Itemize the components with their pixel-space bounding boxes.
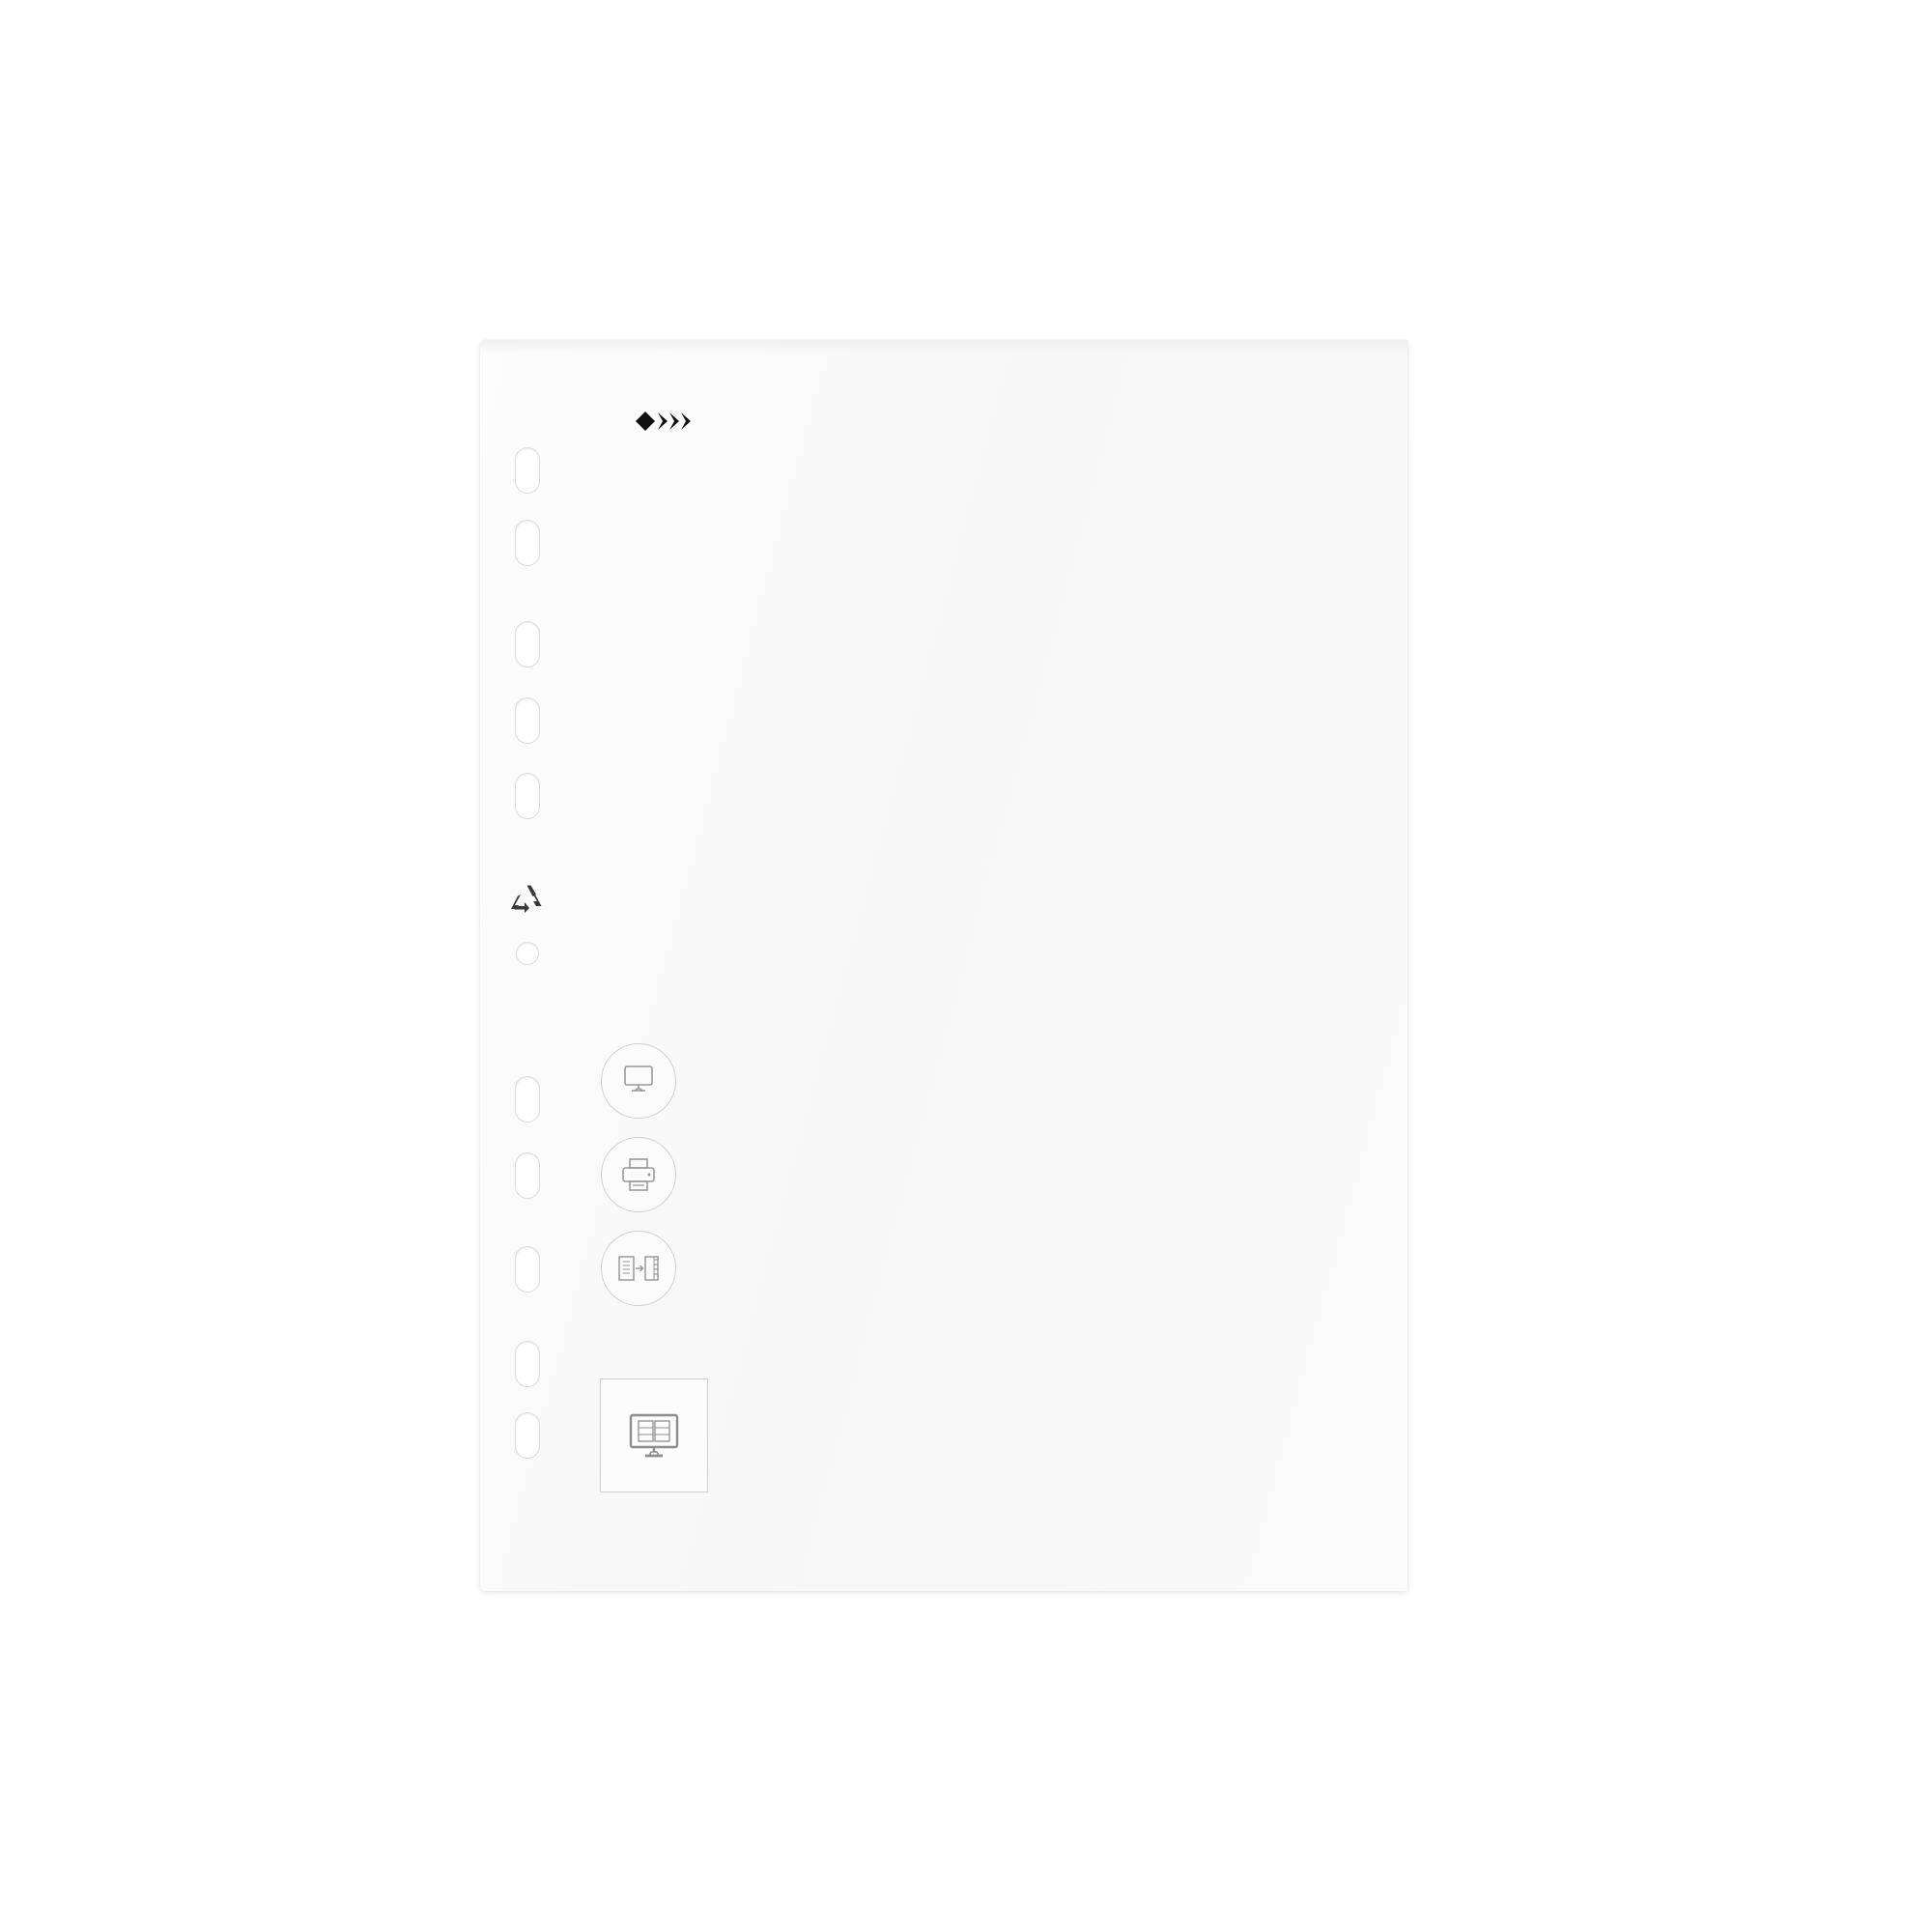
- punch-hole: [515, 1152, 540, 1199]
- durable-logo: [580, 411, 753, 434]
- punch-hole: [515, 447, 540, 494]
- monitor-feature-icon: [601, 1043, 676, 1119]
- printer-feature-icon: [601, 1137, 676, 1212]
- product-photo-canvas: [0, 0, 1932, 1932]
- monitor-icon: [624, 1065, 653, 1092]
- recycling-symbol: [506, 884, 551, 922]
- punch-hole: [515, 621, 540, 668]
- durable-chevron-icon: [580, 411, 753, 432]
- duraprint-badge: [600, 1378, 708, 1492]
- transfer-feature-icon: [601, 1231, 676, 1306]
- punch-hole: [515, 773, 540, 819]
- punch-hole: [515, 1341, 540, 1387]
- punch-hole: [515, 1412, 540, 1459]
- transfer-to-divider-icon: [618, 1256, 659, 1281]
- punch-hole: [515, 1246, 540, 1293]
- punch-hole: [515, 520, 540, 566]
- punch-hole: [515, 697, 540, 744]
- punch-hole: [515, 1076, 540, 1122]
- printer-icon: [622, 1158, 655, 1191]
- recycle-triangle-icon: [511, 885, 542, 913]
- punch-hole: [516, 942, 539, 965]
- duraprint-monitor-icon: [629, 1413, 679, 1457]
